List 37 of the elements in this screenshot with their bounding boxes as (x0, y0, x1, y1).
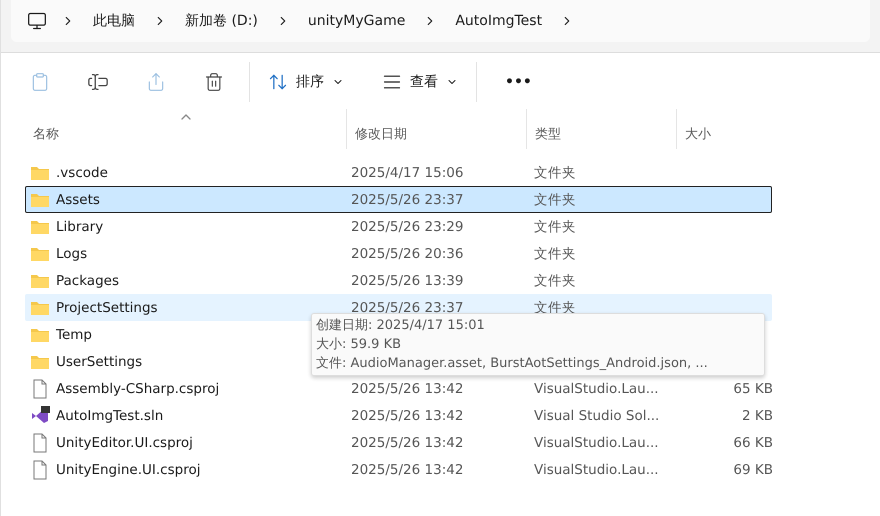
file-name: UnityEditor.UI.csproj (56, 434, 193, 450)
file-type: VisualStudio.Lau... (533, 380, 659, 396)
modified-date: 2025/5/26 13:42 (350, 434, 464, 450)
file-type: 文件夹 (533, 192, 576, 208)
file-type: Visual Studio Sol... (533, 408, 660, 424)
file-name: .vscode (56, 164, 108, 180)
file-size: 66 KB (733, 434, 774, 450)
file-name: Assembly-CSharp.csproj (56, 380, 220, 396)
file-type: 文件夹 (533, 272, 576, 288)
file-size: 2 KB (742, 408, 774, 424)
modified-date: 2025/5/26 13:42 (350, 408, 464, 424)
file-name: Packages (56, 272, 119, 288)
file-name: UnityEngine.UI.csproj (56, 462, 200, 478)
modified-date: 2025/5/26 13:39 (350, 272, 464, 288)
tooltip-line: 大小: 59.9 KB (316, 336, 402, 354)
file-name: AutoImgTest.sln (56, 408, 164, 424)
modified-date: 2025/5/26 13:42 (350, 380, 464, 396)
file-name: Temp (56, 326, 92, 342)
file-type: VisualStudio.Lau... (533, 462, 659, 478)
file-type: 文件夹 (533, 218, 576, 234)
file-type: VisualStudio.Lau... (533, 434, 659, 450)
modified-date: 2025/4/17 15:06 (350, 164, 464, 180)
file-type: 文件夹 (533, 164, 576, 180)
file-name: Library (56, 218, 104, 234)
modified-date: 2025/5/26 23:37 (350, 192, 464, 208)
tooltip-line: 文件: AudioManager.asset, BurstAotSettings_Android.json, ... (316, 355, 709, 373)
file-name: UserSettings (56, 354, 142, 370)
file-name: ProjectSettings (56, 300, 158, 316)
modified-date: 2025/5/26 20:36 (350, 246, 464, 262)
file-type: 文件夹 (533, 246, 576, 262)
modified-date: 2025/5/26 23:37 (350, 300, 464, 316)
file-size: 69 KB (733, 462, 774, 478)
modified-date: 2025/5/26 13:42 (350, 462, 464, 478)
file-name: Logs (56, 246, 88, 262)
file-size: 65 KB (733, 380, 774, 396)
modified-date: 2025/5/26 23:29 (350, 218, 464, 234)
file-name: Assets (56, 192, 100, 208)
